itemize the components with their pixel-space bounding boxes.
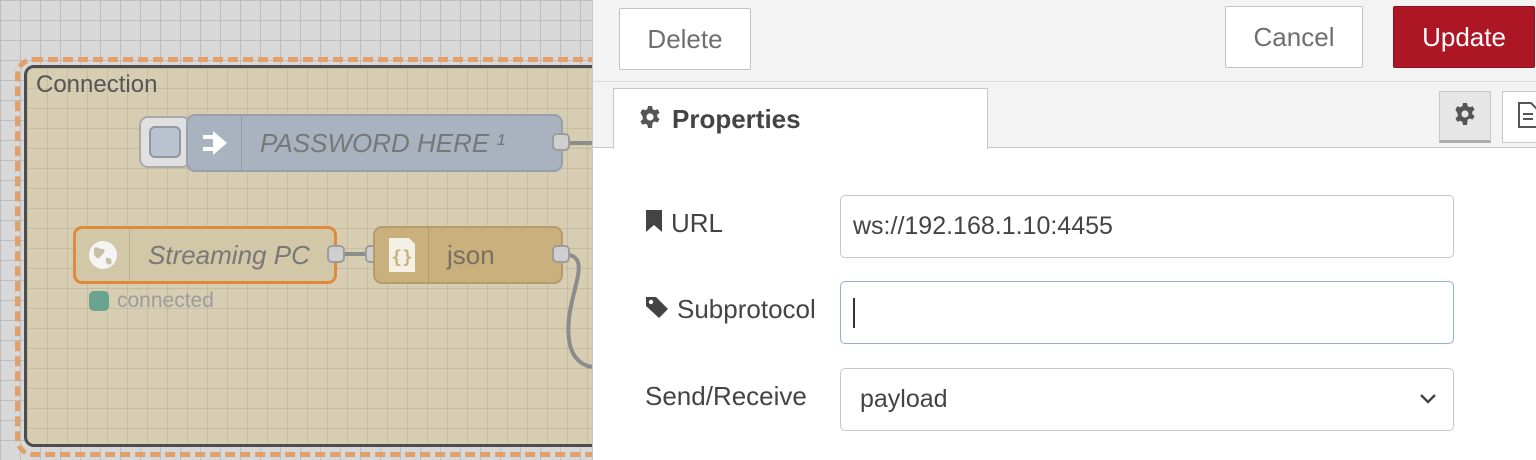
json-output-port[interactable] <box>552 245 570 263</box>
flow-workspace[interactable]: Connection PASSWORD HERE ¹ Streaming PC … <box>0 0 592 460</box>
status-dot <box>89 291 109 311</box>
update-button[interactable]: Update <box>1393 6 1535 68</box>
svg-text:{}: {} <box>391 247 413 268</box>
wire-json-out <box>561 252 592 369</box>
url-input[interactable] <box>840 195 1454 258</box>
tray-toolbar: Delete Cancel Update <box>593 0 1536 82</box>
websocket-client-node[interactable]: Streaming PC <box>73 226 337 284</box>
delete-button[interactable]: Delete <box>619 8 751 70</box>
send-receive-row: Send/Receive <box>645 381 807 412</box>
text-caret <box>853 298 855 328</box>
inject-button-face <box>149 126 181 158</box>
bookmark-icon <box>645 209 663 238</box>
document-icon <box>1517 101 1536 134</box>
inject-output-port[interactable] <box>552 133 570 151</box>
globe-icon <box>76 229 130 281</box>
websocket-output-port[interactable] <box>327 245 345 263</box>
inject-node-label: PASSWORD HERE ¹ <box>260 127 506 158</box>
websocket-node-label: Streaming PC <box>148 239 310 270</box>
tab-properties-label: Properties <box>672 103 801 134</box>
url-row: URL <box>645 208 723 239</box>
gear-icon <box>638 105 662 134</box>
send-receive-select[interactable]: payload <box>840 368 1454 431</box>
tab-settings[interactable] <box>1439 91 1491 143</box>
tray-tabs: Properties <box>593 82 1536 149</box>
arrow-right-icon <box>188 116 242 170</box>
json-node-label: json <box>447 239 495 270</box>
node-status: connected <box>89 289 214 313</box>
chevron-down-icon <box>1419 391 1437 410</box>
send-receive-label: Send/Receive <box>645 381 807 411</box>
tag-icon <box>645 295 669 324</box>
cancel-button[interactable]: Cancel <box>1225 6 1363 68</box>
send-receive-value: payload <box>860 385 948 413</box>
inject-node[interactable]: PASSWORD HERE ¹ <box>186 114 563 172</box>
json-node[interactable]: {} json <box>373 226 563 284</box>
subprotocol-label: Subprotocol <box>677 294 816 324</box>
braces-icon: {} <box>375 228 429 282</box>
subprotocol-row: Subprotocol <box>645 294 816 325</box>
status-text: connected <box>117 289 214 312</box>
inject-trigger-button[interactable] <box>139 116 191 168</box>
tab-properties[interactable]: Properties <box>613 88 988 149</box>
gear-icon <box>1453 102 1477 131</box>
url-label: URL <box>671 208 724 238</box>
node-edit-tray: Delete Cancel Update Properties URL ws:/… <box>592 0 1536 460</box>
subprotocol-input[interactable] <box>840 281 1454 344</box>
tab-description[interactable] <box>1502 91 1536 143</box>
